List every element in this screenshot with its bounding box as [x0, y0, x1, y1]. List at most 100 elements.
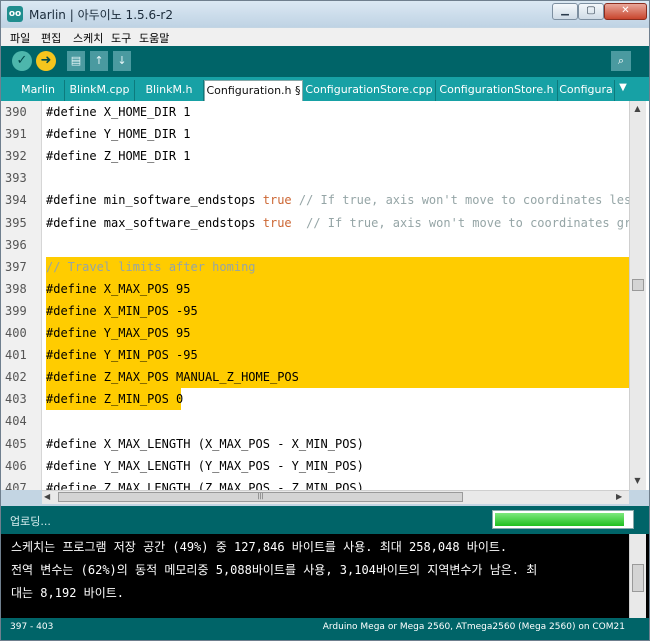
- open-sketch-button[interactable]: ↑: [90, 51, 108, 71]
- line-number: 407: [5, 480, 27, 490]
- code-token: true: [262, 215, 292, 230]
- line-number: 392: [5, 149, 27, 164]
- code-token: #define min_software_endstops: [46, 193, 263, 208]
- tab-5[interactable]: ConfigurationStore.h: [436, 80, 558, 101]
- scroll-down-icon[interactable]: ▼: [630, 473, 645, 488]
- save-sketch-button[interactable]: ↓: [113, 51, 131, 71]
- serial-monitor-button[interactable]: ⌕: [611, 51, 631, 71]
- close-button[interactable]: ✕: [604, 3, 647, 20]
- code-token: #define Y_MAX_POS 95: [46, 326, 191, 340]
- line-number: 391: [5, 127, 27, 142]
- editor-vertical-scrollbar[interactable]: ▲ ▼: [629, 101, 646, 490]
- console-line: 전역 변수는 (62%)의 동적 메모리중 5,088바이트를 사용, 3,10…: [11, 563, 538, 577]
- status-bar: 업로딩...: [1, 506, 649, 534]
- line-number: 400: [5, 326, 27, 340]
- code-token: #define Z_HOME_DIR 1: [46, 149, 191, 164]
- arduino-app-icon: oo: [7, 6, 23, 22]
- horizontal-scroll-thumb[interactable]: |||: [58, 492, 463, 502]
- verify-button[interactable]: ✓: [12, 51, 32, 71]
- line-number: 390: [5, 105, 27, 119]
- tab-4[interactable]: ConfigurationStore.cpp: [303, 80, 436, 101]
- toolbar: ✓ ➜ ▤ ↑ ↓ ⌕: [1, 46, 649, 77]
- line-number: 403: [5, 392, 27, 407]
- menu-item-2[interactable]: 스케치: [73, 30, 103, 46]
- window-title: Marlin | 아두이노 1.5.6-r2: [29, 8, 173, 22]
- console-scrollbar[interactable]: [629, 534, 646, 618]
- title-bar[interactable]: oo Marlin | 아두이노 1.5.6-r2 ▁ ▢ ✕: [1, 1, 649, 27]
- line-number-gutter: 390 391 392 393 394 395 396 397 398 399 400 401 402 4…: [1, 101, 42, 490]
- tab-0[interactable]: Marlin: [12, 80, 65, 101]
- line-number: 396: [5, 237, 27, 252]
- maximize-button[interactable]: ▢: [578, 3, 604, 20]
- menu-item-1[interactable]: 편집: [41, 30, 61, 46]
- code-token: // Travel limits after homing: [46, 259, 256, 274]
- menu-item-3[interactable]: 도구: [111, 30, 131, 46]
- code-token: // If true, axis won't move to coordinat…: [291, 193, 639, 208]
- status-message: 업로딩...: [10, 515, 51, 528]
- code-line: #define min_software_endstops true // If…: [46, 193, 638, 207]
- scroll-thumb[interactable]: [632, 279, 644, 291]
- line-number: 399: [5, 303, 27, 318]
- console-scroll-thumb[interactable]: [632, 564, 644, 592]
- line-number: 404: [5, 414, 27, 429]
- menu-item-0[interactable]: 파일: [10, 30, 30, 46]
- scroll-up-icon[interactable]: ▲: [630, 101, 645, 116]
- line-number: 397: [5, 259, 27, 274]
- menu-item-4[interactable]: 도움말: [139, 30, 169, 46]
- line-number: 406: [5, 458, 27, 473]
- scroll-right-icon[interactable]: ▶: [616, 491, 628, 503]
- code-line: #define X_HOME_DIR 1: [46, 105, 191, 119]
- code-line: #define X_MIN_POS -95: [46, 304, 198, 318]
- line-number: 395: [5, 215, 27, 230]
- tab-menu-icon[interactable]: ▼: [615, 82, 631, 98]
- minimize-button[interactable]: ▁: [552, 3, 578, 20]
- code-token: true: [262, 193, 292, 208]
- console-line: 스케치는 프로그램 저장 공간 (49%) 중 127,846 바이트를 사용.…: [11, 540, 508, 554]
- tab-strip: Marlin BlinkM.cpp BlinkM.h Configuration.h …: [1, 77, 649, 101]
- tab-2[interactable]: BlinkM.h: [135, 80, 204, 101]
- code-token: // If true, axis won't move to coordinat…: [291, 215, 646, 230]
- editor-horizontal-scrollbar[interactable]: ◀ ||| ▶: [42, 490, 629, 504]
- code-token: #define X_MAX_LENGTH (X_MAX_POS - X_MIN_…: [46, 436, 364, 451]
- console-output[interactable]: 스케치는 프로그램 저장 공간 (49%) 중 127,846 바이트를 사용.…: [1, 534, 649, 618]
- code-token: #define Y_MAX_LENGTH (Y_MAX_POS - Y_MIN_…: [46, 458, 364, 473]
- code-token: #define X_MAX_POS 95: [46, 281, 191, 296]
- console-line: 대는 8,192 바이트.: [11, 586, 124, 600]
- code-token: #define X_HOME_DIR 1: [46, 105, 191, 119]
- code-editor[interactable]: 390 391 392 393 394 395 396 397 398 399 400 401 402 4…: [1, 101, 649, 490]
- code-line: #define X_MAX_POS 95: [46, 282, 191, 296]
- code-token: #define X_MIN_POS -95: [46, 303, 198, 318]
- upload-button[interactable]: ➜: [36, 51, 56, 71]
- code-line: #define Z_MAX_POS MANUAL_Z_HOME_POS: [46, 370, 299, 384]
- arduino-ide-window: oo Marlin | 아두이노 1.5.6-r2 ▁ ▢ ✕ 파일 편집 스케치 도…: [0, 0, 650, 641]
- tab-6[interactable]: Configura: [558, 80, 615, 101]
- code-token: #define Y_HOME_DIR 1: [46, 127, 191, 142]
- code-line: #define max_software_endstops true // If…: [46, 216, 646, 230]
- code-line: #define Y_HOME_DIR 1: [46, 127, 191, 141]
- code-token: #define Z_MIN_POS 0: [46, 392, 184, 407]
- progress-fill: [495, 513, 624, 526]
- board-port-info: Arduino Mega or Mega 2560, ATmega2560 (M…: [322, 622, 625, 632]
- code-token: #define Z_MAX_LENGTH (Z_MAX_POS - Z_MIN_…: [46, 480, 364, 490]
- code-line: #define Z_MIN_POS 0: [46, 392, 183, 406]
- code-line: #define Y_MIN_POS -95: [46, 348, 198, 362]
- code-token: #define max_software_endstops: [46, 215, 263, 230]
- code-line: #define Z_MAX_LENGTH (Z_MAX_POS - Z_MIN_…: [46, 481, 364, 490]
- code-token: #define Z_MAX_POS MANUAL_Z_HOME_POS: [46, 370, 299, 385]
- new-sketch-button[interactable]: ▤: [67, 51, 85, 71]
- menu-bar: 파일 편집 스케치 도구 도움말: [1, 28, 649, 46]
- line-number: 405: [5, 436, 27, 451]
- tab-1[interactable]: BlinkM.cpp: [65, 80, 135, 101]
- selection-highlight: [46, 257, 629, 388]
- code-line: #define Y_MAX_POS 95: [46, 326, 191, 340]
- line-number: 401: [5, 348, 27, 363]
- line-number: 394: [5, 193, 27, 208]
- footer-bar: 397 - 403 Arduino Mega or Mega 2560, ATm…: [1, 618, 649, 640]
- code-line: // Travel limits after homing: [46, 260, 256, 274]
- tab-3[interactable]: Configuration.h §: [204, 80, 303, 101]
- code-line: #define Y_MAX_LENGTH (Y_MAX_POS - Y_MIN_…: [46, 459, 364, 473]
- code-line: #define X_MAX_LENGTH (X_MAX_POS - X_MIN_…: [46, 437, 364, 451]
- line-number: 402: [5, 370, 27, 385]
- line-number: 393: [5, 171, 27, 186]
- scroll-left-icon[interactable]: ◀: [44, 491, 56, 503]
